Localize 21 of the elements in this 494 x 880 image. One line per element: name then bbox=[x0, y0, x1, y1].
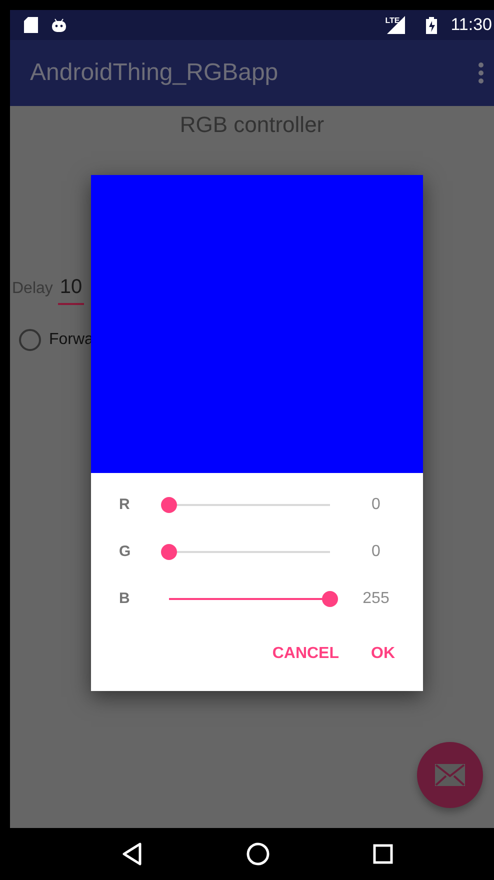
overflow-menu-icon[interactable] bbox=[478, 62, 484, 84]
channel-value: 0 bbox=[370, 542, 382, 560]
android-icon bbox=[52, 18, 66, 32]
channel-value: 255 bbox=[362, 590, 390, 608]
app-title: AndroidThing_RGBapp bbox=[30, 59, 280, 87]
slider-thumb[interactable] bbox=[161, 496, 177, 512]
dialog-button[interactable]: CANCEL bbox=[260, 636, 351, 672]
battery-icon bbox=[426, 16, 437, 34]
channel-label: G bbox=[119, 543, 132, 560]
clock-time: 11:30 bbox=[450, 15, 492, 35]
network-type: LTE bbox=[385, 16, 400, 24]
sd-card-icon bbox=[24, 17, 38, 33]
channel-label: B bbox=[119, 590, 131, 607]
channel-label: R bbox=[119, 496, 131, 513]
dialog-button[interactable]: OK bbox=[359, 636, 407, 672]
envelope-icon bbox=[435, 764, 465, 786]
radio-button[interactable] bbox=[19, 329, 41, 351]
slider-thumb[interactable] bbox=[161, 544, 177, 560]
slider-thumb[interactable] bbox=[322, 590, 338, 606]
channel-value: 0 bbox=[370, 496, 382, 514]
delay-input-field[interactable]: 10 bbox=[58, 276, 84, 305]
